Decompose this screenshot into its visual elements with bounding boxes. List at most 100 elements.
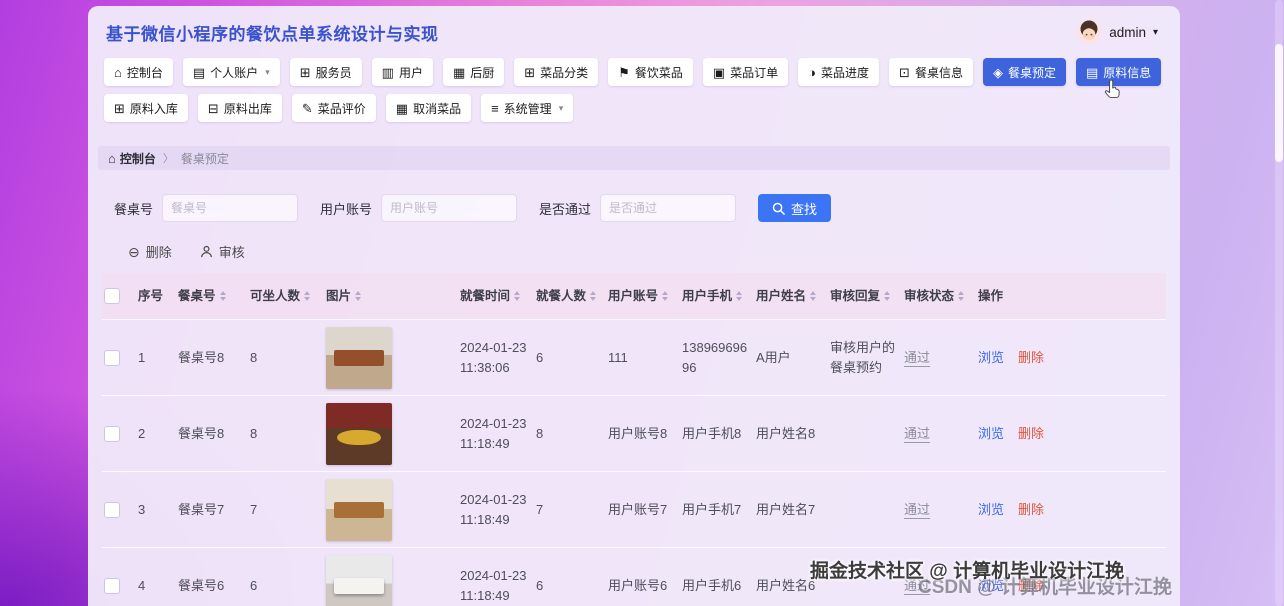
sort-icon[interactable]: [958, 291, 965, 301]
nav-button-系统管理[interactable]: ≡ 系统管理 ▾: [481, 94, 574, 122]
cell-photo: [324, 402, 458, 465]
cell-photo: [324, 554, 458, 606]
nav-button-菜品评价[interactable]: ✎ 菜品评价: [291, 94, 376, 122]
stock-out-icon: ⊟: [207, 100, 219, 116]
filter-field: 是否通过: [539, 194, 737, 222]
scrollbar[interactable]: [1275, 0, 1283, 606]
sort-up-arrow: [736, 291, 743, 295]
cell-table-no: 餐桌号8: [176, 424, 248, 444]
filter-label: 是否通过: [539, 201, 592, 217]
sort-icon[interactable]: [219, 291, 226, 301]
sort-icon[interactable]: [662, 291, 669, 301]
view-link[interactable]: 浏览: [978, 426, 1004, 441]
row-checkbox[interactable]: [104, 425, 120, 442]
nav-button-label: 控制台: [126, 65, 163, 80]
sort-up-arrow: [810, 291, 817, 295]
column-header-就餐人数[interactable]: 就餐人数: [534, 284, 606, 309]
cell-seats-value: 8: [250, 349, 258, 365]
table-body: 1 餐桌号8 8 2024-01-23 11:38:06 6 111 13896969696…: [102, 320, 1166, 606]
column-header-序号: 序号: [136, 284, 176, 309]
nav-button-后厨[interactable]: ▦ 后厨: [442, 58, 505, 86]
column-label: 就餐时间: [460, 288, 511, 303]
cell-status: 通过: [902, 348, 976, 368]
nav-button-label: 用户: [398, 65, 423, 80]
nav-button-服务员[interactable]: ⊞ 服务员: [289, 58, 362, 86]
column-header-可坐人数[interactable]: 可坐人数: [248, 284, 324, 309]
cell-no-value: 2: [138, 425, 146, 441]
dish-icon: ⚑: [618, 64, 630, 80]
delete-link[interactable]: 删除: [1018, 502, 1044, 517]
column-header-图片[interactable]: 图片: [324, 284, 458, 309]
table-photo[interactable]: [326, 478, 392, 541]
breadcrumb-home[interactable]: ⌂ 控制台: [108, 150, 156, 167]
delete-link[interactable]: 删除: [1018, 578, 1044, 593]
cell-phone-value: 用户手机6: [682, 577, 742, 593]
view-link[interactable]: 浏览: [978, 350, 1004, 365]
filter-input-用户账号[interactable]: [381, 194, 518, 222]
column-header-用户姓名[interactable]: 用户姓名: [754, 284, 828, 309]
table-photo[interactable]: [326, 402, 392, 465]
row-checkbox[interactable]: [104, 577, 120, 594]
row-checkbox[interactable]: [104, 349, 120, 366]
view-link[interactable]: 浏览: [978, 578, 1004, 593]
filter-input-餐桌号[interactable]: [162, 194, 299, 222]
delete-link[interactable]: 删除: [1018, 350, 1044, 365]
row-checkbox[interactable]: [104, 501, 120, 518]
sort-icon[interactable]: [590, 291, 597, 301]
nav-row-1: ⌂ 控制台 ▤ 个人账户 ▾ ⊞ 服务员 ▥ 用户 ▦ 后厨 ⊞ 菜品分类 ⚑ 餐饮菜品 ▣ 菜品订单 ◑ 菜品进度…: [88, 54, 1180, 90]
delete-link[interactable]: 删除: [1018, 426, 1044, 441]
nav-button-原料入库[interactable]: ⊞ 原料入库: [104, 94, 188, 122]
view-link[interactable]: 浏览: [978, 502, 1004, 517]
cell-time: 2024-01-23 11:18:49: [458, 414, 534, 453]
scrollbar-thumb[interactable]: [1275, 44, 1283, 162]
nav-button-label: 餐桌预定: [1007, 65, 1056, 80]
column-header-用户账号[interactable]: 用户账号: [606, 284, 680, 309]
cell-ops: 浏览 删除: [976, 500, 1166, 520]
minus-circle-icon: ⊖: [128, 243, 140, 260]
nav-button-取消菜品[interactable]: ▦ 取消菜品: [385, 94, 472, 122]
breadcrumb-separator: 〉: [162, 153, 174, 165]
filter-field: 餐桌号: [114, 194, 299, 222]
column-header-餐桌号[interactable]: 餐桌号: [176, 284, 248, 309]
column-header-审核状态[interactable]: 审核状态: [902, 284, 976, 309]
cell-phone: 用户手机7: [680, 500, 754, 520]
sort-icon[interactable]: [514, 291, 521, 301]
nav-button-菜品进度[interactable]: ◑ 菜品进度: [798, 58, 880, 86]
nav-button-控制台[interactable]: ⌂ 控制台: [104, 58, 173, 86]
cell-table-no-value: 餐桌号8: [178, 349, 225, 365]
nav-button-餐桌信息[interactable]: ⊡ 餐桌信息: [889, 58, 973, 86]
nav-button-餐饮菜品[interactable]: ⚑ 餐饮菜品: [608, 58, 693, 86]
cell-photo: [324, 326, 458, 389]
table-photo[interactable]: [326, 554, 392, 606]
row-checkbox-cell: [102, 425, 136, 442]
sort-down-arrow: [884, 297, 891, 301]
main-panel: 基于微信小程序的餐饮点单系统设计与实现 admin ▾ ⌂ 控制台 ▤ 个人账户…: [88, 6, 1180, 606]
nav-button-菜品订单[interactable]: ▣ 菜品订单: [702, 58, 789, 86]
select-all-checkbox[interactable]: [104, 288, 120, 304]
column-header-用户手机[interactable]: 用户手机: [680, 284, 754, 309]
audit-button[interactable]: 审核: [200, 242, 245, 261]
search-button[interactable]: 查找: [758, 194, 832, 222]
delete-button[interactable]: ⊖ 删除: [128, 242, 172, 261]
filter-input-是否通过[interactable]: [600, 194, 737, 222]
sort-icon[interactable]: [810, 291, 817, 301]
column-header-就餐时间[interactable]: 就餐时间: [458, 284, 534, 309]
nav-button-原料出库[interactable]: ⊟ 原料出库: [197, 94, 282, 122]
column-header-审核回复[interactable]: 审核回复: [828, 284, 902, 309]
nav-button-个人账户[interactable]: ▤ 个人账户 ▾: [182, 58, 280, 86]
cell-account: 111: [606, 348, 680, 368]
sort-icon[interactable]: [304, 291, 311, 301]
sort-icon[interactable]: [736, 291, 743, 301]
sort-icon[interactable]: [355, 291, 362, 301]
nav-button-用户[interactable]: ▥ 用户: [371, 58, 433, 86]
cell-name: 用户姓名6: [754, 576, 828, 596]
sort-icon[interactable]: [884, 291, 891, 301]
nav-button-菜品分类[interactable]: ⊞ 菜品分类: [514, 58, 599, 86]
cancel-dish-icon: ▦: [395, 100, 409, 116]
filter-label: 用户账号: [320, 201, 373, 217]
cell-no-value: 1: [138, 349, 146, 365]
user-menu[interactable]: admin ▾: [1076, 19, 1158, 45]
nav-button-餐桌预定[interactable]: ◈ 餐桌预定: [982, 58, 1066, 86]
table-photo[interactable]: [326, 326, 392, 389]
row-checkbox-cell: [102, 349, 136, 366]
